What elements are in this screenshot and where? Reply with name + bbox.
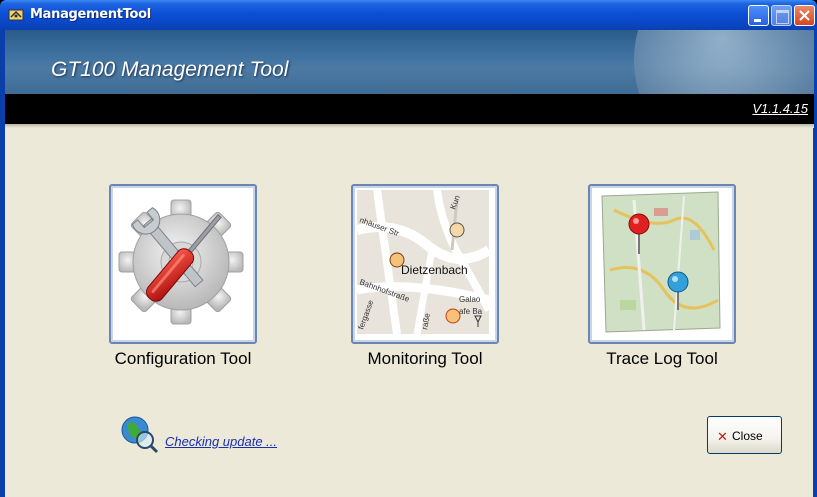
close-icon	[799, 10, 810, 21]
monitoring-tool-label[interactable]: Monitoring Tool	[305, 349, 545, 369]
version-label: V1.1.4.15	[752, 101, 808, 116]
monitoring-tool-button[interactable]: Kun nhäuser Str Dietzenbach Bahnhofstraß…	[351, 184, 499, 344]
app-window: ManagementTool GT100 Management Tool V1.…	[0, 0, 817, 497]
configuration-tool-button[interactable]	[109, 184, 257, 344]
map-label: Galao	[459, 295, 481, 304]
map-label: Dietzenbach	[401, 263, 468, 277]
trace-log-tool-button[interactable]	[588, 184, 736, 344]
divider	[5, 124, 814, 128]
maximize-button[interactable]	[771, 5, 792, 26]
checking-update-link[interactable]: Checking update ...	[165, 434, 277, 449]
wrench-gear-icon	[115, 190, 247, 334]
globe-magnifier-icon	[121, 416, 159, 454]
client-area: GT100 Management Tool V1.1.4.15 Configur…	[4, 30, 814, 497]
trace-log-tool-label[interactable]: Trace Log Tool	[542, 349, 782, 369]
configuration-tool-label[interactable]: Configuration Tool	[63, 349, 303, 369]
close-icon: ✕	[717, 429, 728, 444]
window-title: ManagementTool	[30, 7, 151, 22]
header-banner: GT100 Management Tool	[5, 30, 814, 94]
close-button[interactable]: ✕ Close	[707, 416, 782, 454]
title-bar[interactable]: ManagementTool	[0, 0, 817, 30]
close-window-button[interactable]	[794, 5, 815, 26]
minimize-button[interactable]	[748, 5, 769, 26]
map-label: afe Ba	[459, 307, 483, 316]
app-title: GT100 Management Tool	[51, 58, 289, 81]
version-bar: V1.1.4.15	[5, 94, 814, 124]
street-map-icon: Kun nhäuser Str Dietzenbach Bahnhofstraß…	[357, 190, 489, 334]
globe-decoration	[634, 30, 814, 94]
close-button-label: Close	[732, 429, 763, 443]
trace-map-pins-icon	[594, 190, 726, 334]
app-icon	[8, 9, 24, 21]
